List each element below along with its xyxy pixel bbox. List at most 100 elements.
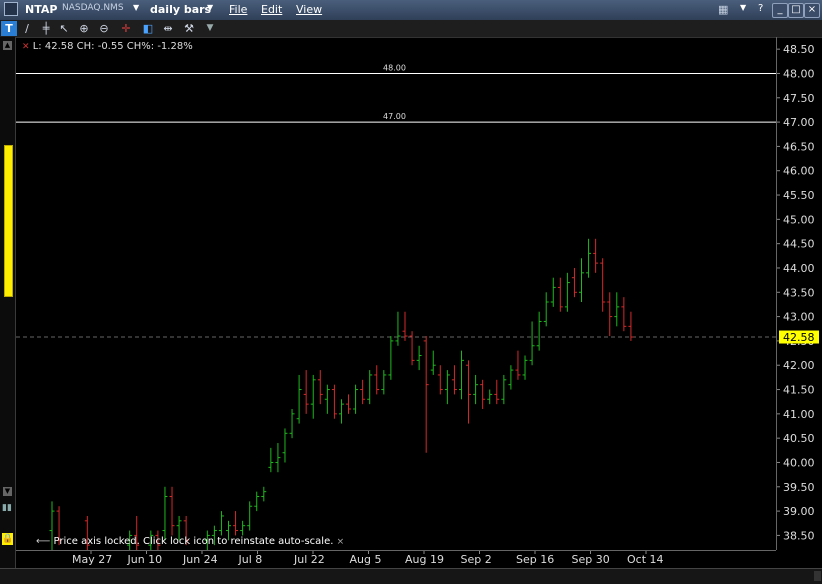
ohlc-bar (169, 486, 175, 536)
y-tick-label: 44.50 (783, 238, 815, 251)
y-tick-label: 39.50 (783, 481, 815, 494)
price-chart[interactable]: 48.00 47.00 (16, 37, 776, 550)
ohlc-bar (367, 370, 373, 405)
ohlc-bar (480, 379, 486, 409)
dismiss-icon[interactable]: × (337, 537, 345, 547)
overview-scroll-handle[interactable] (814, 571, 821, 581)
y-tick-label: 38.50 (783, 529, 815, 542)
ohlc-bar (536, 311, 542, 351)
volume-icon[interactable]: ▮▮ (2, 503, 13, 527)
y-tick-label: 43.00 (783, 311, 815, 324)
x-tick-label: Jun 24 (182, 553, 218, 566)
ohlc-bar (458, 350, 464, 400)
y-tick-label: 46.50 (783, 140, 815, 153)
chevron-down-icon[interactable]: ▼ (207, 3, 213, 12)
scroll-down-icon[interactable]: ▼ (3, 487, 12, 496)
ohlc-bar (614, 292, 620, 327)
ohlc-bar (233, 511, 239, 536)
range-icon[interactable]: ⇹ (160, 21, 176, 36)
x-tick-label: Aug 19 (405, 553, 444, 566)
ohlc-bar (564, 272, 570, 312)
chart-toolbar: T ∕ ╪ ↖ ⊕ ⊖ ✛ ◧ ⇹ ⚒ ▼ (0, 20, 822, 38)
horizontal-line-label: 48.00 (383, 63, 406, 72)
menu-edit[interactable]: Edit (261, 3, 282, 16)
time-axis[interactable]: May 27 Jun 10 Jun 24 Jul 8 Jul 22 Aug 5 Aug 19… (16, 550, 776, 569)
split-icon[interactable]: ◧ (140, 21, 156, 36)
maximize-icon[interactable]: □ (788, 3, 804, 18)
y-tick-label: 47.00 (783, 116, 815, 129)
ohlc-bar (324, 384, 330, 414)
close-readout-icon[interactable]: ✕ (22, 42, 30, 52)
x-tick-label: Sep 30 (572, 553, 610, 566)
ohlc-bar (388, 336, 394, 380)
chevron-down-icon[interactable]: ▼ (740, 3, 746, 12)
ohlc-bar (501, 374, 507, 405)
chevron-down-icon[interactable]: ▼ (133, 3, 139, 12)
trendline-icon[interactable]: ∕ (19, 21, 35, 36)
last-price-text: 42.58 (783, 331, 815, 344)
ohlc-bar (416, 345, 422, 371)
menu-file[interactable]: File (229, 3, 247, 16)
y-tick-label: 41.50 (783, 384, 815, 397)
zoom-in-icon[interactable]: ⊕ (76, 21, 92, 36)
close-icon[interactable]: × (804, 3, 820, 18)
x-tick-label: Jul 8 (238, 553, 263, 566)
y-tick-label: 42.00 (783, 359, 815, 372)
ohlc-bar (310, 374, 316, 419)
ohlc-bar (508, 365, 514, 390)
price-readout: ✕ L: 42.58 CH: -0.55 CH%: -1.28% (22, 41, 193, 52)
lock-icon[interactable]: 🔒 (2, 533, 13, 545)
vertical-scroll-thumb[interactable] (4, 145, 13, 297)
zoom-out-icon[interactable]: ⊖ (96, 21, 112, 36)
ohlc-bar (487, 389, 493, 405)
ohlc-bar (550, 277, 556, 307)
ohlc-bar (466, 360, 472, 424)
lock-message: ⟵ Price axis locked. Click lock icon to … (36, 536, 344, 547)
ohlc-bar (261, 486, 267, 502)
symbol-label[interactable]: NTAP (25, 3, 57, 16)
wrench-icon[interactable]: ⚒ (181, 21, 197, 36)
bar-type-select[interactable]: daily bars (150, 3, 211, 16)
y-tick-label: 44.00 (783, 262, 815, 275)
ohlc-bar (381, 370, 387, 395)
ohlc-bar (423, 336, 429, 453)
y-tick-label: 43.50 (783, 286, 815, 299)
ohlc-bar (494, 379, 500, 405)
scroll-up-icon[interactable]: ▲ (3, 41, 12, 50)
x-tick-label: Sep 16 (516, 553, 554, 566)
ohlc-bar (289, 408, 295, 439)
y-tick-label: 48.50 (783, 43, 815, 56)
trade-icon[interactable]: T (1, 21, 17, 36)
cursor-icon[interactable]: ↖ (56, 21, 72, 36)
ohlc-bar (162, 486, 168, 541)
price-axis[interactable]: 48.50 48.00 47.50 47.00 46.50 46.00 45.50 45.00… (776, 37, 822, 550)
overview-navigator[interactable] (0, 568, 822, 584)
crosshair-icon[interactable]: ✛ (118, 21, 134, 36)
ohlc-bar (437, 365, 443, 395)
ohlc-bar (282, 428, 288, 463)
menu-view[interactable]: View (296, 3, 322, 16)
ohlc-bar (353, 384, 359, 414)
dropdown-icon[interactable]: ▼ (202, 21, 218, 36)
ohlc-bar (444, 370, 450, 405)
y-tick-label: 39.00 (783, 505, 815, 518)
minimize-icon[interactable]: _ (772, 3, 788, 18)
left-scroll-bar: ▲ ▼ ▮▮ 🔒 (0, 37, 16, 583)
ohlc-bar (515, 350, 521, 380)
ohlc-bar (409, 331, 415, 366)
ohlc-bar (579, 258, 584, 303)
bars-icon[interactable]: ╪ (38, 21, 54, 36)
ohlc-bar (317, 370, 323, 405)
ohlc-bar (360, 379, 366, 405)
ohlc-bar (473, 374, 479, 405)
link-group-icon[interactable]: ▦ (718, 3, 728, 16)
help-icon[interactable]: ? (758, 3, 763, 14)
app-icon (4, 2, 18, 16)
ohlc-bar (296, 374, 302, 424)
x-tick-label: Oct 14 (627, 553, 664, 566)
lock-message-text: Price axis locked. Click lock icon to re… (53, 536, 334, 547)
ohlc-bar (586, 238, 592, 278)
ohlc-bar (621, 297, 627, 332)
ohlc-bar (247, 501, 253, 531)
ohlc-bar (430, 350, 436, 375)
